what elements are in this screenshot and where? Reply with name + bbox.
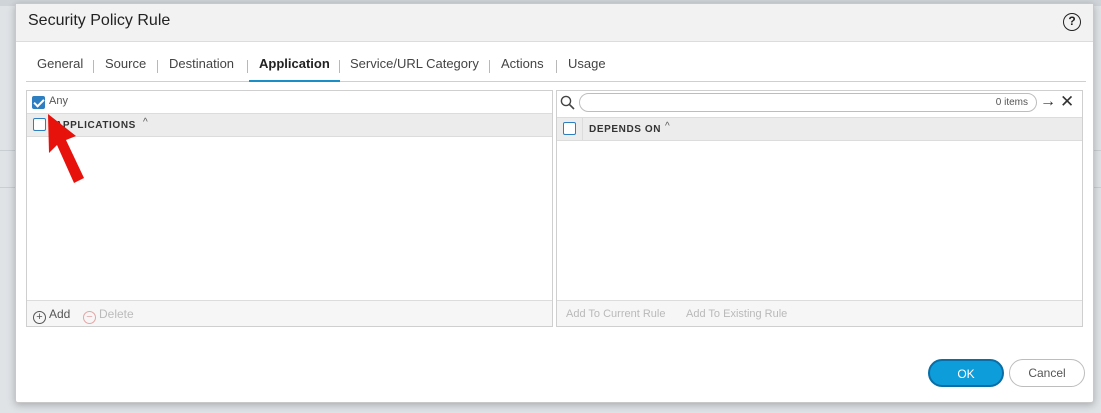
add-to-current-rule-link[interactable]: Add To Current Rule	[566, 308, 665, 320]
items-count: 0 items	[995, 97, 1028, 108]
tab-separator	[339, 60, 340, 73]
dialog-titlebar: Security Policy Rule ?	[16, 4, 1093, 42]
add-circle-icon: +	[33, 311, 46, 324]
tab-separator	[247, 60, 248, 73]
clear-filter-icon[interactable]: ✕	[1060, 92, 1074, 112]
sort-ascending-icon[interactable]: ^	[665, 121, 670, 132]
help-icon[interactable]: ?	[1063, 13, 1081, 31]
any-checkbox[interactable]	[32, 96, 45, 109]
add-to-existing-rule-link[interactable]: Add To Existing Rule	[686, 308, 787, 320]
applications-panel: Any APPLICATIONS ^ + Add − Delete	[26, 90, 553, 327]
sort-ascending-icon[interactable]: ^	[143, 117, 148, 128]
annotation-arrow-icon	[48, 114, 84, 183]
depends-on-panel: 0 items → ✕ DEPENDS ON ^ Add To Current …	[556, 90, 1083, 327]
depends-on-column-header[interactable]: DEPENDS ON	[589, 124, 661, 135]
any-label: Any	[49, 95, 68, 107]
tab-bar: General Source Destination Application S…	[26, 52, 1086, 82]
tab-usage[interactable]: Usage	[568, 52, 606, 82]
tab-separator	[157, 60, 158, 73]
tab-separator	[489, 60, 490, 73]
tab-separator	[93, 60, 94, 73]
depends-on-grid-header: DEPENDS ON ^	[557, 117, 1082, 141]
tab-separator	[556, 60, 557, 73]
select-all-depends-on-checkbox[interactable]	[563, 122, 576, 135]
cancel-button[interactable]: Cancel	[1009, 359, 1085, 387]
apply-filter-arrow-icon[interactable]: →	[1040, 93, 1056, 111]
add-button[interactable]: + Add	[33, 307, 70, 324]
search-input[interactable]: 0 items	[579, 93, 1037, 112]
add-label: Add	[49, 307, 71, 321]
applications-grid-header: APPLICATIONS ^	[27, 113, 552, 137]
dialog-title: Security Policy Rule	[28, 12, 171, 29]
search-icon[interactable]	[560, 95, 575, 110]
tab-actions[interactable]: Actions	[501, 52, 544, 82]
ok-button[interactable]: OK	[928, 359, 1004, 387]
tab-service-url-category[interactable]: Service/URL Category	[350, 52, 479, 82]
tab-application[interactable]: Application	[249, 52, 340, 82]
delete-circle-icon: −	[83, 311, 96, 324]
applications-panel-footer: + Add − Delete	[27, 300, 552, 326]
tab-source[interactable]: Source	[105, 52, 146, 82]
depends-on-panel-footer: Add To Current Rule Add To Existing Rule	[557, 300, 1082, 326]
delete-button[interactable]: − Delete	[83, 307, 134, 324]
security-policy-rule-dialog: Security Policy Rule ? General Source De…	[15, 3, 1094, 403]
delete-label: Delete	[99, 307, 134, 321]
column-divider	[582, 118, 583, 140]
tab-destination[interactable]: Destination	[169, 52, 234, 82]
search-bar: 0 items → ✕	[557, 91, 1082, 115]
tab-general[interactable]: General	[37, 52, 83, 82]
